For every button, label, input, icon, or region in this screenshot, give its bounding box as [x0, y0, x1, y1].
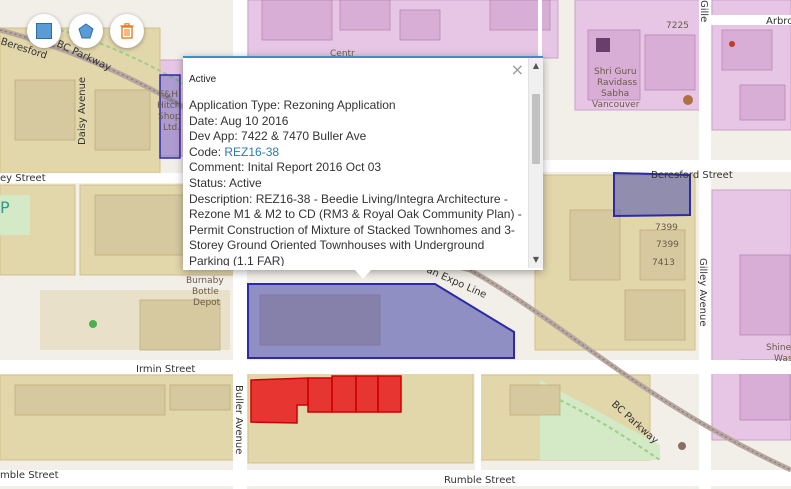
place-fh-2: Hitch [157, 101, 180, 111]
street-label-gille-top: Gille [698, 0, 709, 22]
street-label-beresford-street: Beresford Street [651, 170, 733, 181]
rectangle-icon [36, 23, 52, 39]
popup-tip [355, 270, 371, 279]
picnic-icon [678, 442, 686, 450]
place-shine-2: Was [774, 354, 791, 364]
street-label-irmin-street: Irmin Street [136, 364, 195, 375]
selected-parcel-4[interactable] [355, 375, 379, 413]
popup-content: Active Application Type: Rezoning Applic… [189, 62, 527, 266]
popup-code: Code: REZ16-38 [189, 145, 527, 161]
popup-description-2: Rezone M1 & M2 to CD (RM3 & Royal Oak Co… [189, 207, 522, 222]
scroll-thumb[interactable] [532, 94, 540, 164]
rectangle-draw-button[interactable] [27, 14, 61, 48]
polygon-draw-button[interactable] [69, 14, 103, 48]
pentagon-icon [78, 23, 94, 39]
street-label-ey-street: ey Street [0, 173, 46, 184]
scroll-down-arrow-icon[interactable]: ▼ [529, 254, 543, 266]
scroll-up-arrow-icon[interactable]: ▲ [529, 60, 543, 72]
popup-code-link[interactable]: REZ16-38 [224, 145, 279, 159]
street-label-buller-avenue: Buller Avenue [233, 385, 244, 454]
place-depot-1: Burnaby [186, 276, 224, 286]
place-shine-1: Shine [766, 343, 791, 353]
popup-description-4: Storey Ground Oriented Townhouses with U… [189, 238, 485, 253]
temple-icon [596, 38, 610, 52]
house-number-7413: 7413 [652, 258, 675, 268]
park-tree-icon [89, 320, 97, 328]
popup-close-button[interactable]: × [511, 62, 524, 78]
trash-icon [120, 23, 134, 39]
delete-button[interactable] [110, 14, 144, 48]
selected-parcel-5[interactable] [377, 375, 402, 413]
street-label-rumble-street-left: mble Street [0, 470, 59, 481]
popup-description-5: Parking (1.1 FAR) [189, 253, 285, 266]
popup-code-label: Code: [189, 144, 225, 159]
house-number-7399b: 7399 [656, 240, 679, 250]
place-temple-1: Shri Guru [594, 67, 637, 77]
place-temple-2: Ravidass [597, 78, 637, 88]
place-depot-3: Depot [193, 298, 221, 308]
popup-application-type: Application Type: Rezoning Application [189, 98, 396, 112]
street-label-arbro: Arbro [766, 16, 791, 27]
attraction-icon [729, 41, 735, 47]
street-label-rumble-street: Rumble Street [444, 475, 516, 486]
selected-parcel-2[interactable] [307, 377, 333, 413]
place-fh-3: Shop [158, 112, 181, 122]
place-temple-4: Vancouver [592, 100, 640, 110]
place-depot-2: Bottle [192, 287, 219, 297]
shop-icon [683, 95, 693, 105]
place-temple-3: Sabha [601, 89, 629, 99]
house-number-7399a: 7399 [655, 223, 678, 233]
popup-date: Date: Aug 10 2016 [189, 113, 289, 128]
popup-dev-app: Dev App: 7422 & 7470 Buller Ave [189, 129, 367, 144]
popup-description-3: Permit Construction of Mixture of Stacke… [189, 222, 515, 237]
street-label-daisy-avenue: Daisy Avenue [77, 77, 88, 145]
selected-parcel-3[interactable] [331, 375, 357, 413]
place-partial-p: P [0, 198, 10, 217]
place-fh-4: Ltd. [163, 123, 180, 133]
popup-scrollbar[interactable]: ▲ ▼ [528, 58, 543, 268]
popup-status: Status: Active [189, 175, 262, 190]
popup-description-1: Description: REZ16-38 - Beedie Living/In… [189, 191, 508, 206]
street-label-gilley-avenue: Gilley Avenue [697, 258, 708, 327]
popup-comment: Comment: Inital Report 2016 Oct 03 [189, 160, 382, 175]
house-number-7225: 7225 [666, 21, 689, 31]
info-popup: Active Application Type: Rezoning Applic… [183, 56, 543, 279]
place-fh-1: F&H [159, 90, 178, 100]
popup-title: Active [189, 74, 217, 85]
